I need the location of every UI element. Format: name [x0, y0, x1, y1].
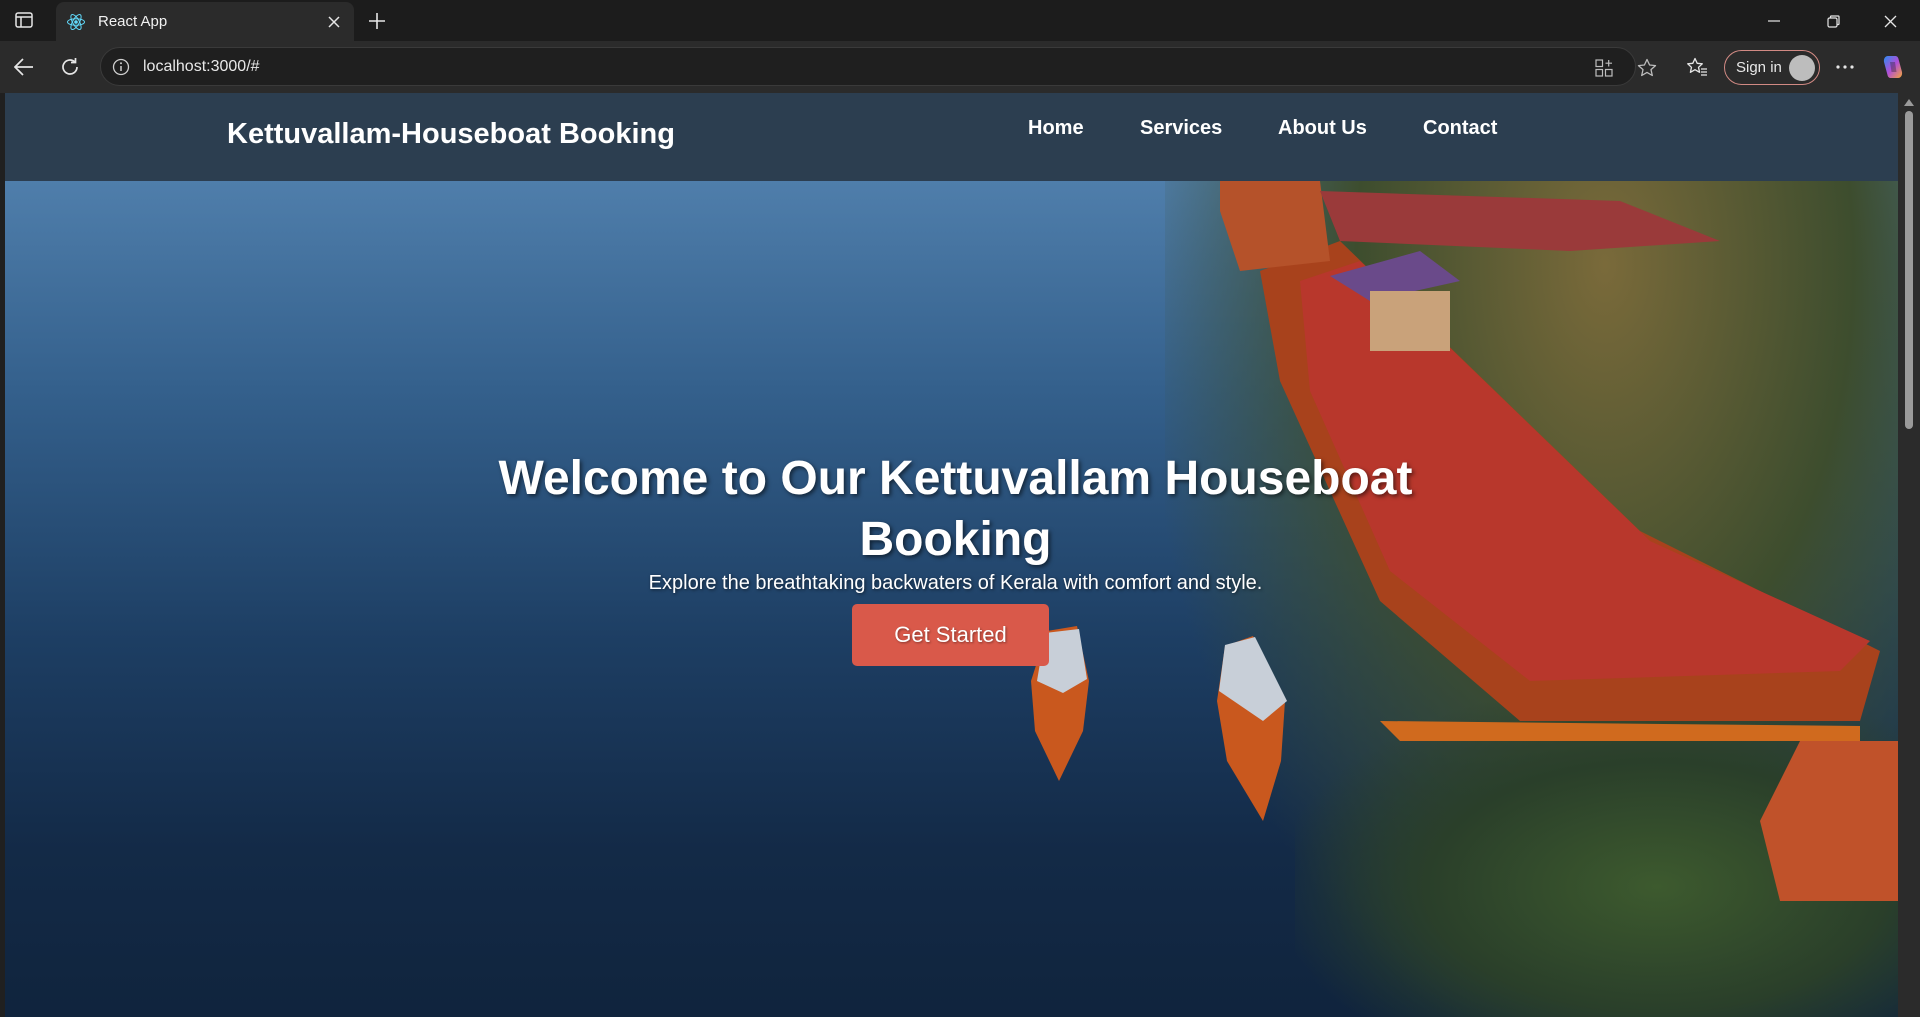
url-text[interactable]: localhost:3000/# [143, 58, 260, 76]
scroll-up-icon[interactable] [1904, 99, 1914, 106]
tab-bar: React App [0, 0, 1920, 41]
nav-about-us[interactable]: About Us [1278, 117, 1367, 140]
get-started-button[interactable]: Get Started [852, 604, 1049, 666]
nav-home[interactable]: Home [1028, 117, 1084, 140]
address-bar[interactable]: localhost:3000/# [100, 47, 1657, 86]
favorites-icon[interactable] [1683, 53, 1711, 81]
plus-icon[interactable] [363, 7, 391, 35]
hero-title: Welcome to Our Kettuvallam Houseboat Boo… [498, 452, 1413, 566]
nav-services[interactable]: Services [1140, 117, 1222, 140]
sidebar-toggle-icon[interactable] [12, 9, 36, 31]
app-available-icon[interactable] [1591, 55, 1617, 81]
hero-subtitle: Explore the breathtaking backwaters of K… [648, 572, 1263, 594]
avatar [1789, 55, 1815, 81]
hero-section: Welcome to Our Kettuvallam Houseboat Boo… [5, 181, 1898, 1017]
back-arrow-icon[interactable] [8, 51, 40, 83]
refresh-icon[interactable] [54, 51, 86, 83]
site-brand[interactable]: Kettuvallam-Houseboat Booking [227, 118, 675, 151]
react-favicon-icon [66, 12, 86, 32]
window-close-icon[interactable] [1867, 6, 1913, 36]
nav-contact[interactable]: Contact [1423, 117, 1497, 140]
sign-in-button[interactable]: Sign in [1724, 50, 1820, 85]
scroll-thumb[interactable] [1905, 111, 1913, 429]
site-header: Kettuvallam-Houseboat Booking Home Servi… [5, 93, 1898, 181]
page-scrollbar[interactable] [1898, 93, 1920, 1017]
star-icon[interactable] [1634, 55, 1660, 81]
more-icon[interactable] [1831, 53, 1859, 81]
restore-icon[interactable] [1810, 6, 1856, 36]
info-icon[interactable] [111, 57, 131, 77]
browser-toolbar: localhost:3000/# Sign in [0, 41, 1920, 93]
browser-tab[interactable]: React App [56, 2, 354, 41]
shikara-boat-right [1217, 636, 1287, 821]
minimize-icon[interactable] [1751, 6, 1797, 36]
tab-title: React App [98, 13, 168, 30]
close-icon[interactable] [320, 8, 348, 36]
sign-in-label: Sign in [1736, 59, 1782, 76]
page-viewport: Kettuvallam-Houseboat Booking Home Servi… [5, 93, 1898, 1017]
copilot-icon[interactable] [1879, 53, 1907, 81]
